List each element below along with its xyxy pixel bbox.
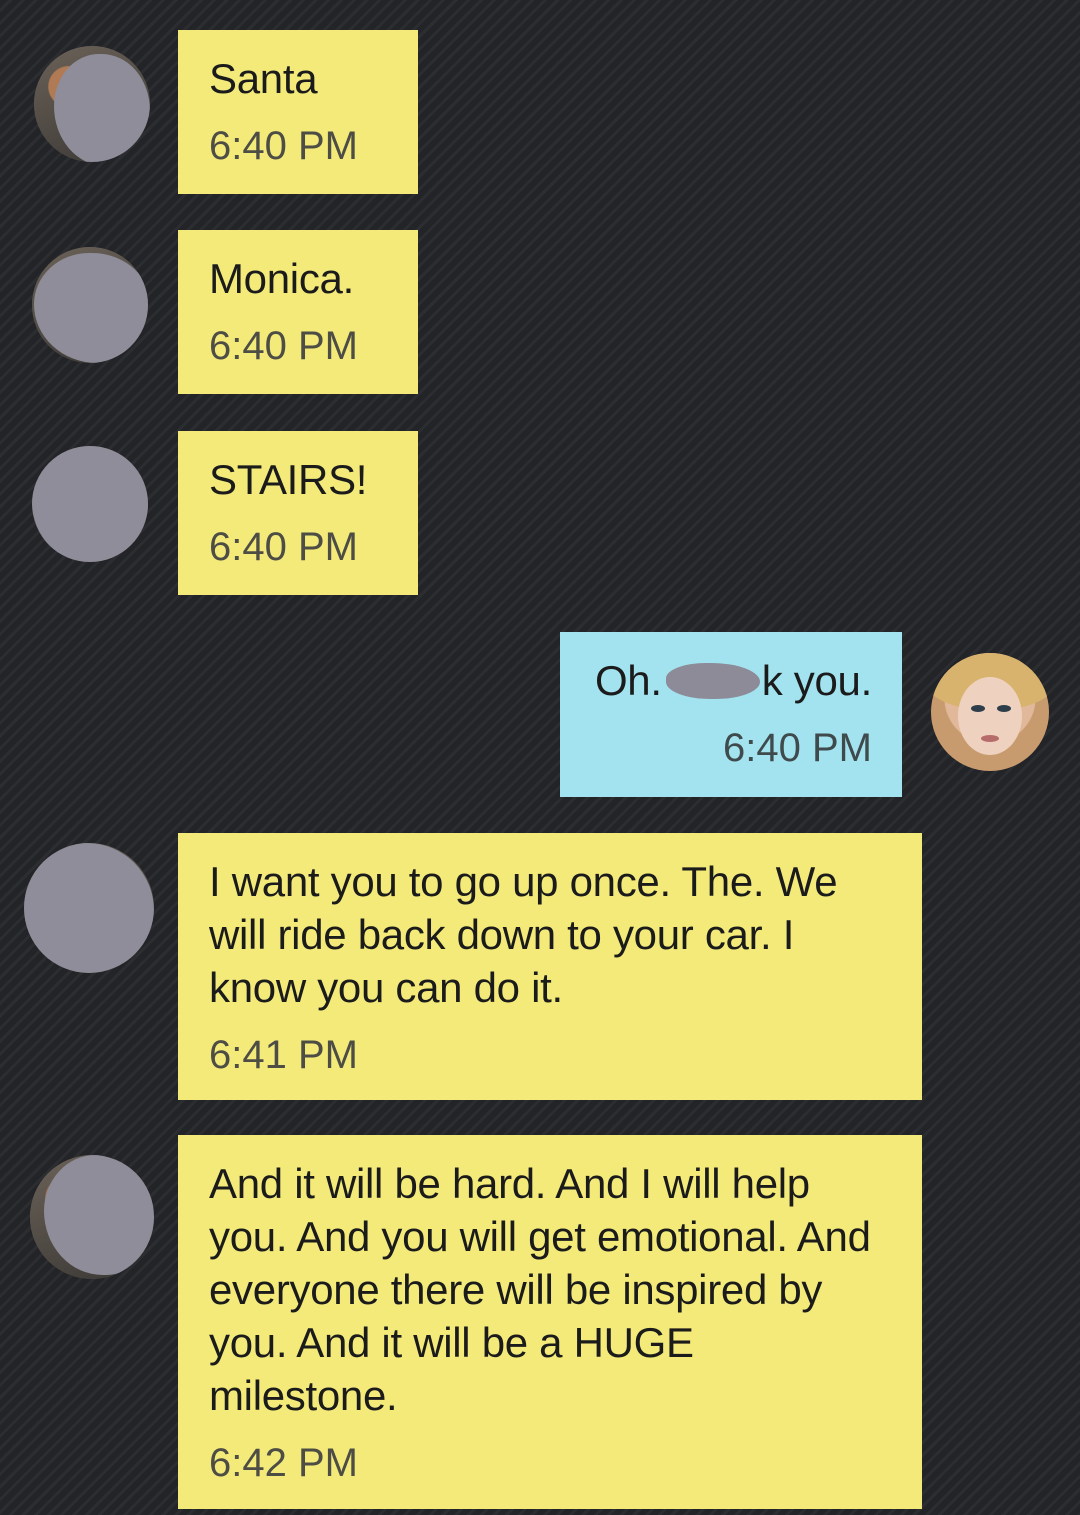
message-row: Monica. 6:40 PM (0, 229, 1080, 395)
avatar-face (958, 677, 1022, 755)
avatar-lips (981, 735, 999, 742)
message-text-end: k you. (761, 657, 873, 704)
message-text: STAIRS! (209, 456, 368, 503)
message-bubble[interactable]: And it will be hard. And I will help you… (178, 1135, 922, 1509)
sender-avatar[interactable] (32, 446, 148, 562)
message-timestamp: 6:40 PM (723, 726, 872, 770)
self-avatar[interactable] (931, 653, 1049, 771)
message-timestamp: 6:40 PM (209, 525, 358, 569)
sender-avatar[interactable] (34, 46, 150, 162)
message-text: And it will be hard. And I will help you… (209, 1160, 883, 1419)
avatar-eye (971, 705, 985, 712)
message-timestamp: 6:41 PM (209, 1033, 358, 1077)
message-row: STAIRS! 6:40 PM (0, 430, 1080, 596)
sender-avatar[interactable] (24, 843, 154, 973)
message-timestamp: 6:40 PM (209, 124, 358, 168)
message-row: And it will be hard. And I will help you… (0, 1135, 1080, 1509)
message-row: Oh. k you. 6:40 PM (0, 632, 1080, 798)
message-text: I want you to go up once. The. We will r… (209, 858, 849, 1011)
message-timestamp: 6:42 PM (209, 1441, 358, 1485)
message-bubble[interactable]: Santa 6:40 PM (178, 30, 418, 194)
redaction-mark (665, 663, 760, 699)
message-text: Oh. k you. (591, 654, 872, 707)
message-thread: Santa 6:40 PM Monica. 6:40 PM STAIRS! 6:… (0, 0, 1080, 1515)
message-bubble[interactable]: I want you to go up once. The. We will r… (178, 833, 922, 1100)
redaction-scribble (54, 54, 150, 162)
sender-avatar[interactable] (30, 1155, 154, 1279)
redaction-scribble (32, 446, 148, 562)
message-bubble[interactable]: Oh. k you. 6:40 PM (560, 632, 902, 797)
message-row: Santa 6:40 PM (0, 28, 1080, 194)
avatar-eye (997, 705, 1011, 712)
message-text-start: Oh. (594, 657, 662, 704)
message-bubble[interactable]: STAIRS! 6:40 PM (178, 431, 418, 595)
message-row: I want you to go up once. The. We will r… (0, 833, 1080, 1101)
message-timestamp: 6:40 PM (209, 324, 358, 368)
sender-avatar[interactable] (32, 247, 148, 363)
message-text: Monica. (209, 255, 354, 302)
message-bubble[interactable]: Monica. 6:40 PM (178, 230, 418, 394)
message-text: Santa (209, 55, 318, 102)
redaction-scribble (24, 843, 154, 973)
